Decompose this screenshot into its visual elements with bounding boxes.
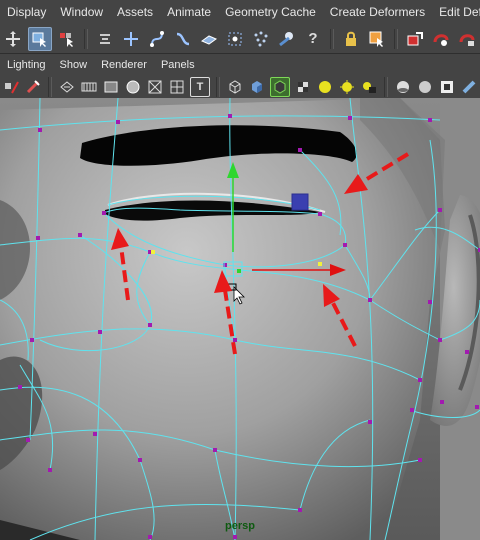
isolate-select-icon[interactable] [438, 78, 456, 96]
snap-plane-icon[interactable] [198, 28, 220, 50]
toolbar-separator [384, 77, 388, 97]
snap-grid-icon[interactable] [120, 28, 142, 50]
collapse-icon[interactable] [94, 28, 116, 50]
menu-window[interactable]: Window [53, 0, 110, 24]
resolution-gate-icon[interactable] [102, 78, 120, 96]
menu-assets[interactable]: Assets [110, 0, 160, 24]
viewport-canvas[interactable] [0, 98, 480, 540]
shadows-icon[interactable] [360, 78, 378, 96]
menu-edit-deformers[interactable]: Edit Deform [432, 0, 480, 24]
move-tool-icon[interactable] [2, 28, 24, 50]
selected-vertex[interactable] [318, 262, 322, 266]
wireframe-on-shaded-icon[interactable] [270, 77, 290, 97]
menu-display[interactable]: Display [0, 0, 53, 24]
field-chart-icon[interactable] [146, 78, 164, 96]
toolbar-separator [216, 77, 220, 97]
grid-icon[interactable] [168, 78, 186, 96]
panel-menu-bar: Lighting Show Renderer Panels [0, 54, 480, 76]
panel-menu-panels[interactable]: Panels [154, 59, 202, 71]
z-axis-handle [291, 193, 309, 211]
panel-menu-lighting[interactable]: Lighting [0, 59, 53, 71]
text-icon[interactable]: T [190, 77, 210, 97]
lock-icon[interactable] [340, 28, 362, 50]
render-settings-icon[interactable] [456, 28, 478, 50]
make-live-icon[interactable] [224, 28, 246, 50]
wireframe-icon[interactable] [226, 78, 244, 96]
safe-action-icon[interactable] [124, 78, 142, 96]
xray-joints-icon[interactable] [416, 78, 434, 96]
all-lights-icon[interactable] [338, 78, 356, 96]
status-line-toolbar: ? [0, 24, 480, 54]
hardware-texturing-icon[interactable] [460, 78, 478, 96]
snap-point-icon[interactable] [172, 28, 194, 50]
render-icon[interactable] [404, 28, 426, 50]
textured-icon[interactable] [294, 78, 312, 96]
default-lighting-icon[interactable] [316, 78, 334, 96]
film-gate-icon[interactable] [80, 78, 98, 96]
script-icon[interactable] [24, 78, 42, 96]
snap-curve-icon[interactable] [146, 28, 168, 50]
selected-vertex[interactable] [151, 250, 155, 254]
perspective-viewport[interactable] [0, 98, 480, 540]
toolbar-separator [48, 77, 52, 97]
menu-create-deformers[interactable]: Create Deformers [323, 0, 432, 24]
camera-attributes-icon[interactable] [58, 78, 76, 96]
camera-name-label: persp [225, 520, 255, 532]
main-menu-bar: Display Window Assets Animate Geometry C… [0, 0, 480, 25]
ipr-render-icon[interactable] [430, 28, 452, 50]
help-icon[interactable]: ? [302, 28, 324, 50]
select-object-icon[interactable] [28, 26, 52, 51]
toolbar-separator [394, 28, 398, 49]
toolbar-separator [84, 28, 88, 49]
camera-select-icon[interactable] [2, 78, 20, 96]
pivot-point [237, 269, 241, 273]
panel-toolbar: T [0, 76, 480, 99]
menu-animate[interactable]: Animate [160, 0, 218, 24]
toolbar-separator [330, 28, 334, 49]
input-ops-icon[interactable] [276, 28, 298, 50]
smooth-shade-icon[interactable] [248, 78, 266, 96]
history-icon[interactable] [250, 28, 272, 50]
select-highlight-icon[interactable] [366, 28, 388, 50]
select-component-icon[interactable] [56, 28, 78, 50]
panel-menu-show[interactable]: Show [53, 59, 95, 71]
menu-geometry-cache[interactable]: Geometry Cache [218, 0, 323, 24]
xray-icon[interactable] [394, 78, 412, 96]
face-surface [0, 98, 445, 540]
panel-menu-renderer[interactable]: Renderer [94, 59, 154, 71]
